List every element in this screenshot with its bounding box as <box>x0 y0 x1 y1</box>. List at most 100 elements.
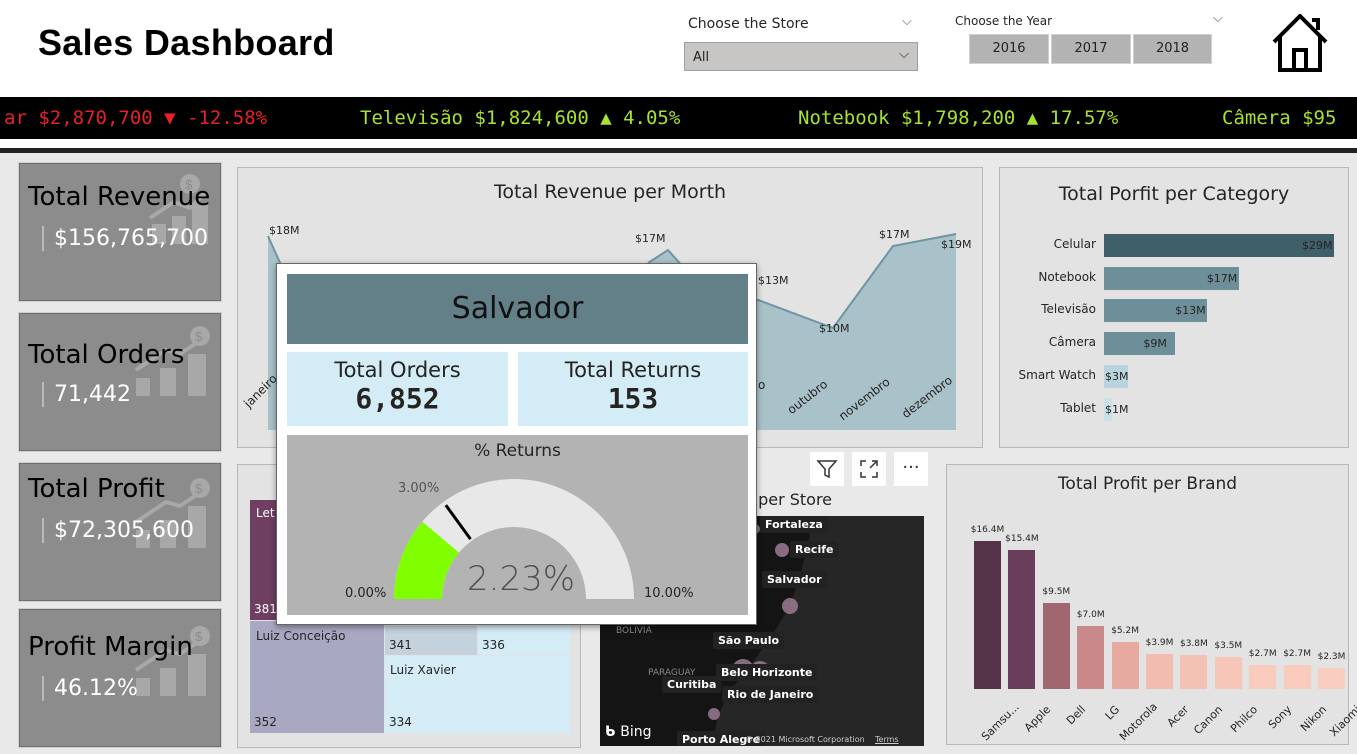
data-label: $3.5M <box>1214 641 1243 652</box>
treemap-cell[interactable]: Luiz Conceição 352 <box>250 621 384 733</box>
year-button-2017[interactable]: 2017 <box>1051 34 1131 64</box>
returns-gauge: % Returns 2.23% 0.00% 10.00% 3.00% <box>287 435 748 615</box>
axis-label: Motorola <box>1116 700 1160 744</box>
ticker-item: Câmera $95 <box>1222 107 1337 129</box>
year-button-2016[interactable]: 2016 <box>969 34 1049 64</box>
more-options-icon[interactable]: ··· <box>894 452 928 486</box>
map-city-label: Rio de Janeiro <box>722 686 819 703</box>
map-terms-link[interactable]: Terms <box>875 735 899 744</box>
gauge-value: 2.23% <box>467 559 576 599</box>
brand-bar[interactable] <box>1008 550 1036 689</box>
kpi-card-revenue[interactable]: $ Total Revenue $156,765,700 <box>19 163 221 301</box>
brand-bar[interactable] <box>1077 625 1105 689</box>
focus-mode-icon[interactable] <box>852 452 886 486</box>
tooltip-store-name: Salvador <box>451 291 584 326</box>
map-city-label: Belo Horizonte <box>716 664 818 681</box>
data-label: $29M <box>1302 239 1333 252</box>
chevron-down-icon[interactable]: ⌵ <box>902 14 912 29</box>
brand-bar[interactable] <box>1146 653 1173 689</box>
bing-logo: ᑲ Bing <box>605 724 652 740</box>
data-label: $2.3M <box>1317 652 1346 663</box>
map-city-label: São Paulo <box>713 632 785 649</box>
brand-bar[interactable] <box>974 541 1001 689</box>
treemap-cell-value: 352 <box>254 715 277 729</box>
brand-bar[interactable] <box>1318 668 1345 689</box>
orders-card: Total Orders 6,852 <box>287 352 508 426</box>
kpi-title: Total Profit <box>28 474 165 504</box>
kpi-card-margin[interactable]: $ Profit Margin 46.12% <box>19 609 221 747</box>
ticker-item: ar $2,870,700 ▼ -12.58% <box>4 107 268 129</box>
axis-label: Dell <box>1063 703 1088 728</box>
category-label: Tablet <box>1060 400 1096 415</box>
brand-bar[interactable] <box>1283 664 1311 689</box>
data-label: $17M <box>879 228 910 241</box>
category-label: Câmera <box>1048 335 1096 350</box>
category-label: Notebook <box>1038 269 1096 284</box>
returns-label: Total Returns <box>564 358 702 382</box>
axis-label: Samsu... <box>978 700 1022 744</box>
store-bubble[interactable] <box>708 708 720 720</box>
svg-text:$: $ <box>195 481 203 496</box>
ticker-item: Televisão $1,824,600 ▲ 4.05% <box>360 107 681 129</box>
store-bubble[interactable] <box>782 598 798 614</box>
data-label: $3.8M <box>1179 638 1208 649</box>
tooltip-header: Salvador <box>287 274 748 344</box>
returns-card: Total Returns 153 <box>518 352 748 426</box>
kpi-value: 71,442 <box>42 382 131 407</box>
treemap-cell[interactable]: 336 <box>478 626 570 655</box>
kpi-value: $72,305,600 <box>42 518 194 543</box>
map-city-label: Recife <box>790 541 839 558</box>
kpi-title: Profit Margin <box>28 632 193 662</box>
treemap-cell-name: Let <box>256 506 275 520</box>
data-label: $1M <box>1105 402 1129 416</box>
filter-icon[interactable] <box>810 452 844 486</box>
data-label: $2.7M <box>1248 648 1277 659</box>
data-label: $2.7M <box>1283 648 1311 659</box>
kpi-value: $156,765,700 <box>42 226 208 251</box>
store-dropdown[interactable]: All ⌵ <box>684 42 918 71</box>
treemap-cell-value: 381 <box>254 602 277 616</box>
axis-label: Canon <box>1191 703 1226 738</box>
category-bar[interactable] <box>1104 234 1334 257</box>
data-label: $10M <box>819 322 850 335</box>
kpi-card-orders[interactable]: $ Total Orders 71,442 <box>19 313 221 451</box>
bing-icon: ᑲ <box>605 724 621 740</box>
orders-value: 6,852 <box>355 382 440 415</box>
bar-chart: $16.4M Samsu... $15.4M Apple $9.5M Dell $7.0M L… <box>947 465 1357 746</box>
kpi-title: Total Revenue <box>28 182 211 212</box>
category-label: Smart Watch <box>1018 367 1096 382</box>
treemap-cell[interactable]: Luiz Xavier 334 <box>385 656 570 733</box>
data-label: $9M <box>1143 337 1167 351</box>
store-bubble[interactable] <box>775 543 789 557</box>
data-label: $9.5M <box>1042 587 1071 598</box>
year-button-2018[interactable]: 2018 <box>1133 34 1212 64</box>
profit-category-chart[interactable]: Total Porfit per Category Celular $29M Not… <box>999 167 1349 448</box>
brand-bar[interactable] <box>1111 642 1139 689</box>
brand-bar[interactable] <box>1180 654 1208 689</box>
treemap-cell[interactable]: 341 <box>385 626 477 655</box>
map-city-label: Curitiba <box>662 676 722 693</box>
page-title: Sales Dashboard <box>38 22 335 63</box>
svg-text:$: $ <box>195 629 203 644</box>
brand-bar[interactable] <box>1042 603 1070 689</box>
store-slicer-label: Choose the Store <box>688 16 809 32</box>
treemap-cell-value: 334 <box>389 715 412 729</box>
chevron-down-icon[interactable]: ⌵ <box>1213 11 1223 26</box>
data-label: $13M <box>1175 304 1206 318</box>
profit-brand-chart[interactable]: Total Profit per Brand $16.4M Samsu... $15… <box>946 464 1357 746</box>
map-city-label: Fortaleza <box>760 516 828 533</box>
data-label: $17M <box>1206 271 1238 285</box>
map-region-label: BOLIVIA <box>616 626 652 636</box>
chevron-down-icon: ⌵ <box>899 47 909 62</box>
data-label: $18M <box>269 224 300 237</box>
brand-bar[interactable] <box>1214 657 1242 689</box>
data-label: $5.2M <box>1111 626 1139 637</box>
data-label: $3M <box>1105 369 1129 383</box>
svg-text:$: $ <box>195 329 203 344</box>
home-icon[interactable] <box>1268 12 1332 78</box>
kpi-card-profit[interactable]: $ Total Profit $72,305,600 <box>19 463 221 601</box>
axis-label: Philco <box>1227 703 1260 736</box>
brand-bar[interactable] <box>1249 664 1277 689</box>
map-copyright: © 2021 Microsoft Corporation <box>745 735 865 744</box>
bar-chart: Celular $29M Notebook $17M Televisão $13M Câme… <box>1000 168 1350 449</box>
